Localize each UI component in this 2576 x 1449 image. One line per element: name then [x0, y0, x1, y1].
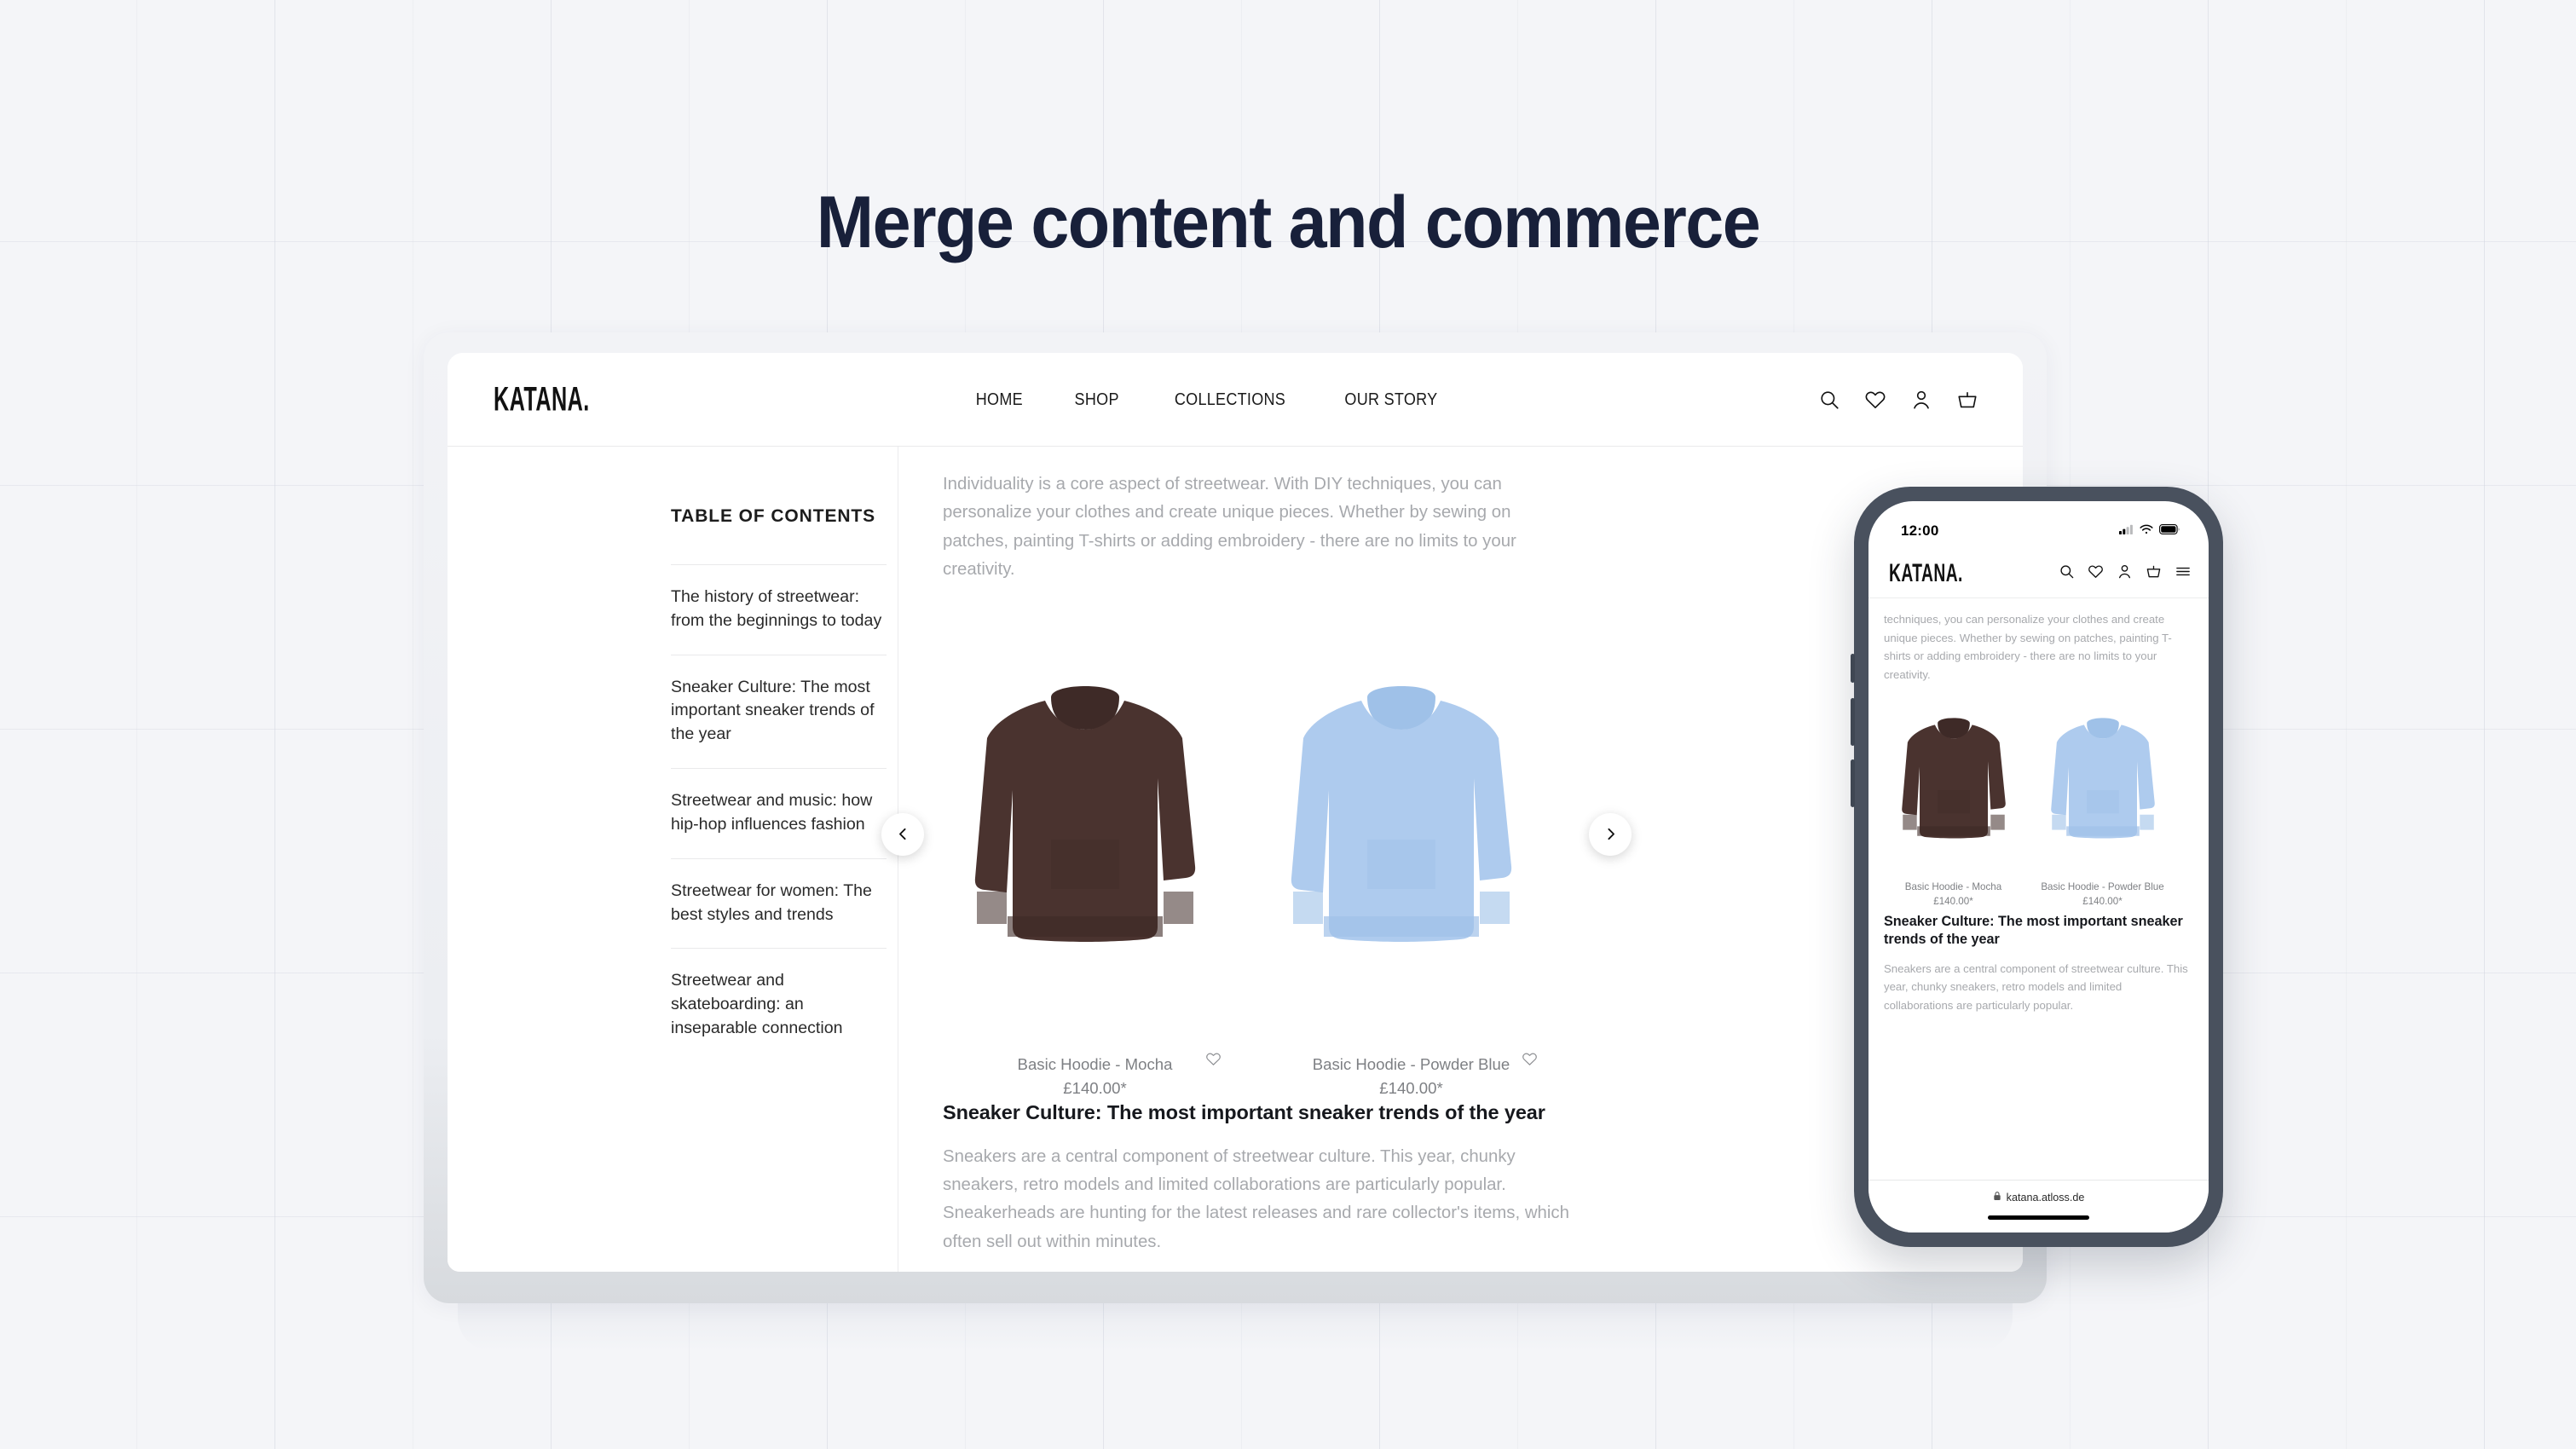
hamburger-menu-icon[interactable] — [2175, 563, 2192, 584]
phone-screen: 12:00 KATANA. techniques, you can person… — [1868, 501, 2209, 1233]
hoodie-illustration-powder-blue — [1291, 686, 1511, 943]
site-header: KATANA. HOME SHOP COLLECTIONS OUR STORY — [448, 353, 2023, 447]
wishlist-heart-icon[interactable] — [1864, 389, 1886, 411]
phone-silent-switch[interactable] — [1851, 759, 1855, 807]
phone-product-name[interactable]: Basic Hoodie - Mocha — [1884, 872, 2023, 894]
product-price: £140.00* — [1379, 1078, 1443, 1097]
phone-product-carousel: Basic Hoodie - Mocha £140.00* Basic Hood… — [1884, 696, 2209, 909]
phone-article-intro: techniques, you can personalize your clo… — [1884, 613, 2172, 681]
phone-device-frame: 12:00 KATANA. techniques, you can person… — [1851, 487, 2223, 1247]
chevron-left-icon — [898, 828, 906, 840]
toc-item-sneaker-culture[interactable]: Sneaker Culture: The most important snea… — [671, 654, 887, 768]
product-price: £140.00* — [1063, 1078, 1127, 1097]
phone-product-price: £140.00* — [2082, 896, 2123, 908]
lock-icon — [1993, 1191, 2001, 1204]
chevron-right-icon — [1607, 828, 1614, 840]
table-of-contents-sidebar: TABLE OF CONTENTS The history of streetw… — [448, 447, 887, 1272]
product-name[interactable]: Basic Hoodie - Mocha — [963, 1053, 1227, 1077]
product-carousel: Basic Hoodie - Mocha £140.00* Basic Hood… — [881, 615, 1632, 1101]
nav-item-home[interactable]: HOME — [976, 390, 1023, 410]
carousel-next-button[interactable] — [1589, 812, 1632, 856]
phone-url-host: katana.atloss.de — [2006, 1191, 2085, 1204]
carousel-prev-button[interactable] — [881, 812, 924, 856]
phone-product-card[interactable]: Basic Hoodie - Powder Blue £140.00* — [2033, 696, 2172, 909]
phone-product-card[interactable]: Basic Hoodie - Mocha £140.00* — [1884, 696, 2023, 909]
product-image-mocha[interactable] — [943, 615, 1227, 1039]
browser-window: KATANA. HOME SHOP COLLECTIONS OUR STORY — [448, 353, 2023, 1272]
page-body: TABLE OF CONTENTS The history of streetw… — [448, 447, 2023, 1272]
site-logo[interactable]: KATANA. — [494, 380, 590, 419]
phone-site-logo[interactable]: KATANA. — [1889, 558, 1963, 588]
phone-header-icon-group — [2059, 563, 2192, 584]
desktop-device-frame: KATANA. HOME SHOP COLLECTIONS OUR STORY — [424, 332, 2047, 1351]
article-section-heading: Sneaker Culture: The most important snea… — [943, 1100, 1545, 1123]
product-card[interactable]: Basic Hoodie - Mocha £140.00* — [943, 615, 1227, 1101]
product-name[interactable]: Basic Hoodie - Powder Blue — [1279, 1053, 1543, 1077]
product-wishlist-icon[interactable] — [1205, 1051, 1222, 1071]
nav-item-our-story[interactable]: OUR STORY — [1344, 390, 1437, 410]
phone-product-price: £140.00* — [1933, 896, 1973, 908]
main-nav: HOME SHOP COLLECTIONS OUR STORY — [973, 390, 1473, 410]
header-icon-group — [1818, 389, 1978, 411]
wifi-icon — [2140, 523, 2153, 539]
wishlist-heart-icon[interactable] — [2088, 563, 2104, 584]
article-intro-paragraph: Individuality is a core aspect of street… — [943, 475, 1516, 580]
nav-item-shop[interactable]: SHOP — [1074, 390, 1118, 410]
search-icon[interactable] — [2059, 563, 2075, 584]
product-wishlist-icon[interactable] — [1522, 1051, 1538, 1071]
phone-article-paragraph-1: Sneakers are a central component of stre… — [1884, 961, 2188, 1012]
toc-item-women[interactable]: Streetwear for women: The best styles an… — [671, 857, 887, 949]
hoodie-illustration-mocha — [1901, 717, 2006, 839]
account-person-icon[interactable] — [2117, 563, 2133, 584]
battery-icon — [2159, 523, 2180, 539]
toc-item-skateboarding[interactable]: Streetwear and skateboarding: an insepar… — [671, 948, 887, 1061]
cellular-signal-icon — [2119, 523, 2134, 539]
account-person-icon[interactable] — [1910, 389, 1932, 411]
phone-browser-url-bar[interactable]: katana.atloss.de — [1868, 1180, 2209, 1233]
phone-site-header: KATANA. — [1868, 549, 2209, 598]
phone-article-section-heading: Sneaker Culture: The most important snea… — [1884, 913, 2183, 948]
article-paragraph-1: Sneakers are a central component of stre… — [943, 1146, 1569, 1251]
phone-status-bar: 12:00 — [1868, 501, 2209, 549]
phone-article-content: techniques, you can personalize your clo… — [1868, 598, 2209, 1195]
page-headline: Merge content and commerce — [816, 182, 1761, 263]
phone-home-indicator[interactable] — [1988, 1215, 2089, 1220]
phone-product-image-mocha[interactable] — [1884, 696, 2023, 873]
toc-item-history[interactable]: The history of streetwear: from the begi… — [671, 564, 887, 655]
phone-product-name[interactable]: Basic Hoodie - Powder Blue — [2033, 872, 2172, 894]
nav-item-collections[interactable]: COLLECTIONS — [1175, 390, 1285, 410]
product-card[interactable]: Basic Hoodie - Powder Blue £140.00* — [1259, 615, 1543, 1101]
product-image-powder-blue[interactable] — [1259, 615, 1543, 1039]
toc-title: TABLE OF CONTENTS — [671, 506, 876, 526]
cart-basket-icon[interactable] — [2146, 563, 2162, 584]
toc-item-music[interactable]: Streetwear and music: how hip-hop influe… — [671, 768, 887, 858]
hoodie-illustration-mocha — [974, 686, 1195, 943]
cart-basket-icon[interactable] — [1956, 389, 1978, 411]
phone-product-image-powder-blue[interactable] — [2033, 696, 2172, 873]
phone-status-time: 12:00 — [1901, 522, 1939, 539]
hoodie-illustration-powder-blue — [2050, 717, 2155, 839]
phone-volume-down-button[interactable] — [1851, 698, 1855, 746]
search-icon[interactable] — [1818, 389, 1840, 411]
phone-volume-up-button[interactable] — [1851, 654, 1855, 683]
